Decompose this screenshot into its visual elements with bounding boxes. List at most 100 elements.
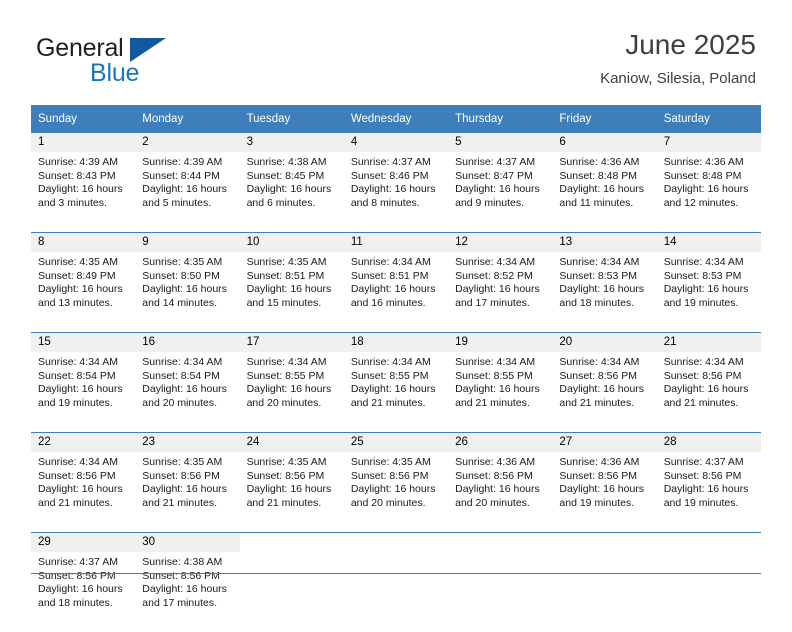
day-cell[interactable]: Sunrise: 4:35 AM Sunset: 8:50 PM Dayligh… [135,252,240,333]
sunset-text: Sunset: 8:47 PM [455,169,533,182]
sunset-text: Sunset: 8:56 PM [246,469,325,482]
day-cell[interactable]: Sunrise: 4:37 AM Sunset: 8:47 PM Dayligh… [448,152,553,233]
daylight-text-line2: and 18 minutes. [559,296,635,309]
sunset-text: Sunset: 8:43 PM [38,169,116,182]
sunrise-text: Sunrise: 4:37 AM [663,456,744,468]
daylight-text-line1: Daylight: 16 hours [455,183,540,195]
day-number: 30 [135,532,240,552]
sunset-text: Sunset: 8:51 PM [246,269,325,282]
daylight-text-line1: Daylight: 16 hours [559,383,645,395]
day-number: 6 [552,133,657,152]
daylight-text-line2: and 14 minutes. [142,296,217,309]
weekday-header-monday: Monday [135,105,240,133]
sunrise-text: Sunrise: 4:36 AM [559,156,640,168]
sunrise-text: Sunrise: 4:35 AM [246,256,327,268]
day-cell[interactable]: Sunrise: 4:35 AM Sunset: 8:51 PM Dayligh… [239,252,344,333]
sunrise-text: Sunrise: 4:36 AM [559,456,640,468]
title-block: June 2025 Kaniow, Silesia, Poland [600,28,756,89]
day-number: 8 [31,232,136,252]
day-number-empty [448,532,553,552]
daylight-text-line2: and 21 minutes. [559,396,635,409]
daylight-text-line1: Daylight: 16 hours [246,283,332,295]
daylight-text-line2: and 21 minutes. [142,496,217,509]
day-cell[interactable]: Sunrise: 4:39 AM Sunset: 8:43 PM Dayligh… [31,152,136,233]
sunrise-text: Sunrise: 4:34 AM [663,356,744,368]
day-cell[interactable]: Sunrise: 4:34 AM Sunset: 8:51 PM Dayligh… [343,252,449,333]
day-number: 4 [343,133,449,152]
sunrise-text: Sunrise: 4:34 AM [559,256,640,268]
daylight-text-line1: Daylight: 16 hours [350,183,436,195]
sunset-text: Sunset: 8:48 PM [663,169,742,182]
sunset-text: Sunset: 8:49 PM [38,269,116,282]
day-cell[interactable]: Sunrise: 4:36 AM Sunset: 8:56 PM Dayligh… [448,452,553,533]
sunset-text: Sunset: 8:56 PM [559,469,638,482]
daylight-text-line1: Daylight: 16 hours [246,183,332,195]
sunset-text: Sunset: 8:46 PM [350,169,429,182]
daylight-text-line2: and 19 minutes. [663,296,739,309]
day-cell[interactable]: Sunrise: 4:37 AM Sunset: 8:56 PM Dayligh… [656,452,761,533]
day-cell[interactable]: Sunrise: 4:34 AM Sunset: 8:52 PM Dayligh… [448,252,553,333]
day-number-empty [656,532,761,552]
day-cell-empty [448,552,553,632]
day-cell[interactable]: Sunrise: 4:36 AM Sunset: 8:56 PM Dayligh… [552,452,657,533]
day-cell[interactable]: Sunrise: 4:35 AM Sunset: 8:56 PM Dayligh… [343,452,449,533]
day-cell[interactable]: Sunrise: 4:37 AM Sunset: 8:46 PM Dayligh… [343,152,449,233]
daylight-text-line1: Daylight: 16 hours [246,483,332,495]
sunset-text: Sunset: 8:56 PM [350,469,429,482]
daylight-text-line1: Daylight: 16 hours [142,483,227,495]
weekday-header-wednesday: Wednesday [343,105,449,133]
daylight-text-line2: and 18 minutes. [38,596,113,609]
daylight-text-line2: and 21 minutes. [350,396,426,409]
sunrise-text: Sunrise: 4:37 AM [350,156,431,168]
day-cell[interactable]: Sunrise: 4:34 AM Sunset: 8:56 PM Dayligh… [656,352,761,433]
day-cell[interactable]: Sunrise: 4:34 AM Sunset: 8:55 PM Dayligh… [343,352,449,433]
day-number: 1 [31,133,136,152]
daylight-text-line2: and 21 minutes. [246,496,322,509]
sunrise-text: Sunrise: 4:38 AM [142,556,223,568]
sunrise-text: Sunrise: 4:34 AM [350,356,431,368]
weekday-header-tuesday: Tuesday [239,105,344,133]
daylight-text-line1: Daylight: 16 hours [142,183,227,195]
day-cell[interactable]: Sunrise: 4:35 AM Sunset: 8:56 PM Dayligh… [135,452,240,533]
day-cell[interactable]: Sunrise: 4:39 AM Sunset: 8:44 PM Dayligh… [135,152,240,233]
sunset-text: Sunset: 8:54 PM [38,369,116,382]
day-cell-empty [239,552,344,632]
day-cell[interactable]: Sunrise: 4:34 AM Sunset: 8:56 PM Dayligh… [552,352,657,433]
day-cell[interactable]: Sunrise: 4:37 AM Sunset: 8:56 PM Dayligh… [31,552,136,632]
day-cell[interactable]: Sunrise: 4:34 AM Sunset: 8:53 PM Dayligh… [552,252,657,333]
day-cell[interactable]: Sunrise: 4:35 AM Sunset: 8:49 PM Dayligh… [31,252,136,333]
weekday-header-friday: Friday [552,105,657,133]
sunrise-text: Sunrise: 4:34 AM [663,256,744,268]
sunset-text: Sunset: 8:48 PM [559,169,638,182]
daylight-text-line1: Daylight: 16 hours [559,183,645,195]
sunrise-text: Sunrise: 4:34 AM [455,356,536,368]
day-number-empty [343,532,449,552]
sunrise-text: Sunrise: 4:37 AM [455,156,536,168]
day-number: 29 [31,532,136,552]
week-row-details: Sunrise: 4:34 AM Sunset: 8:54 PM Dayligh… [31,352,761,433]
sunset-text: Sunset: 8:44 PM [142,169,220,182]
daylight-text-line2: and 19 minutes. [663,496,739,509]
day-cell-empty [343,552,449,632]
day-cell[interactable]: Sunrise: 4:35 AM Sunset: 8:56 PM Dayligh… [239,452,344,533]
day-cell[interactable]: Sunrise: 4:34 AM Sunset: 8:55 PM Dayligh… [448,352,553,433]
day-cell[interactable]: Sunrise: 4:36 AM Sunset: 8:48 PM Dayligh… [552,152,657,233]
daylight-text-line1: Daylight: 16 hours [38,183,123,195]
day-cell[interactable]: Sunrise: 4:34 AM Sunset: 8:54 PM Dayligh… [135,352,240,433]
daylight-text-line1: Daylight: 16 hours [38,283,123,295]
day-number: 28 [656,432,761,452]
daylight-text-line1: Daylight: 16 hours [559,483,645,495]
day-cell[interactable]: Sunrise: 4:34 AM Sunset: 8:54 PM Dayligh… [31,352,136,433]
day-number: 11 [343,232,449,252]
sunset-text: Sunset: 8:53 PM [663,269,742,282]
daylight-text-line1: Daylight: 16 hours [663,283,749,295]
day-cell[interactable]: Sunrise: 4:34 AM Sunset: 8:55 PM Dayligh… [239,352,344,433]
day-cell[interactable]: Sunrise: 4:38 AM Sunset: 8:45 PM Dayligh… [239,152,344,233]
daylight-text-line1: Daylight: 16 hours [142,283,227,295]
day-number: 12 [448,232,553,252]
sunrise-text: Sunrise: 4:36 AM [455,456,536,468]
day-cell[interactable]: Sunrise: 4:38 AM Sunset: 8:56 PM Dayligh… [135,552,240,632]
day-cell[interactable]: Sunrise: 4:34 AM Sunset: 8:53 PM Dayligh… [656,252,761,333]
day-cell[interactable]: Sunrise: 4:34 AM Sunset: 8:56 PM Dayligh… [31,452,136,533]
day-cell[interactable]: Sunrise: 4:36 AM Sunset: 8:48 PM Dayligh… [656,152,761,233]
